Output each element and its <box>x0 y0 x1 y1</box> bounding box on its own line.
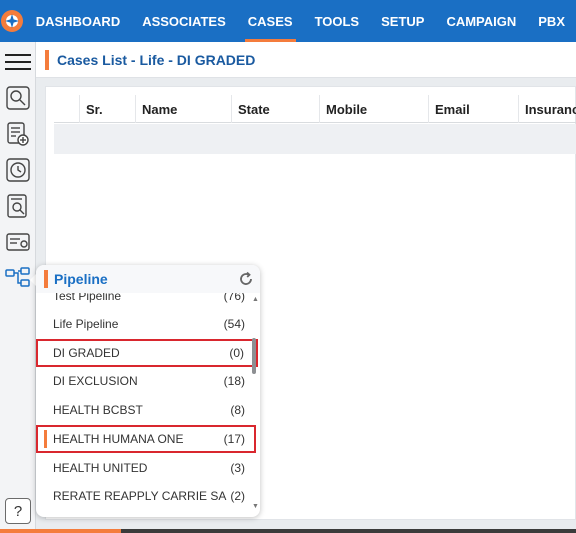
pipeline-item-count: (18) <box>223 374 245 388</box>
nav-tools[interactable]: TOOLS <box>304 0 371 42</box>
pipeline-item-health-humana-one[interactable]: HEALTH HUMANA ONE (17) <box>36 425 256 453</box>
pipeline-item-count: (2) <box>230 489 245 503</box>
pipeline-item-name: HEALTH HUMANA ONE <box>53 432 184 446</box>
pipeline-item-health-bcbst[interactable]: HEALTH BCBST (8) <box>36 396 250 424</box>
pipeline-item-count: (3) <box>230 461 245 475</box>
pipeline-item-name: RERATE REAPPLY CARRIE SA <box>53 489 227 503</box>
refresh-icon[interactable] <box>238 271 254 287</box>
column-header-email[interactable]: Email <box>429 95 519 123</box>
loading-progress-fill <box>0 529 121 533</box>
pipeline-item-name: HEALTH UNITED <box>53 461 148 475</box>
nav-campaign[interactable]: CAMPAIGN <box>435 0 527 42</box>
scrollbar-thumb[interactable] <box>252 338 256 374</box>
nav-cases[interactable]: CASES <box>237 0 304 42</box>
help-button[interactable]: ? <box>5 498 31 524</box>
pipeline-item-count: (17) <box>223 432 245 446</box>
pipeline-item-count: (76) <box>223 293 245 303</box>
table-row <box>54 124 576 154</box>
column-header-insurance[interactable]: Insuranc <box>519 95 576 123</box>
pipeline-accent-bar <box>44 270 48 288</box>
column-header-name[interactable]: Name <box>136 95 232 123</box>
pipeline-item-name: DI GRADED <box>53 346 120 360</box>
title-accent-bar <box>45 49 49 70</box>
page-title: Cases List - Life - DI GRADED <box>57 51 256 68</box>
pipeline-item-name: DI EXCLUSION <box>53 374 138 388</box>
column-header-select[interactable] <box>54 95 80 123</box>
pipeline-item-name: HEALTH BCBST <box>53 403 143 417</box>
pipeline-item-test-pipeline[interactable]: Test Pipeline (76) <box>36 293 250 310</box>
certificate-icon[interactable] <box>5 229 31 255</box>
pipeline-item-di-exclusion[interactable]: DI EXCLUSION (18) <box>36 367 250 395</box>
scroll-down-icon[interactable]: ▼ <box>252 503 259 510</box>
loading-progress-bar <box>0 529 576 533</box>
table-header: Sr. Name State Mobile Email Insuranc <box>54 95 576 123</box>
left-toolbar: ? <box>0 42 36 533</box>
app-logo-icon[interactable] <box>0 0 25 42</box>
selected-marker <box>44 430 47 448</box>
pipeline-item-name: Life Pipeline <box>53 317 119 331</box>
menu-icon[interactable] <box>5 49 31 71</box>
page-header: Cases List - Life - DI GRADED <box>36 42 576 78</box>
column-header-mobile[interactable]: Mobile <box>320 95 429 123</box>
pipeline-scrollbar[interactable]: ▲ ▼ <box>252 293 260 517</box>
pipeline-list: Test Pipeline (76) Life Pipeline (54) DI… <box>36 293 260 517</box>
pipeline-item-health-united[interactable]: HEALTH UNITED (3) <box>36 454 250 482</box>
column-header-state[interactable]: State <box>232 95 320 123</box>
pipeline-item-life-pipeline[interactable]: Life Pipeline (54) <box>36 310 250 338</box>
nav-setup[interactable]: SETUP <box>370 0 435 42</box>
pipeline-title: Pipeline <box>54 271 108 287</box>
pipeline-item-count: (54) <box>223 317 245 331</box>
pipeline-item-count: (8) <box>230 403 245 417</box>
column-header-sr[interactable]: Sr. <box>80 95 136 123</box>
pipeline-item-di-graded[interactable]: DI GRADED (0) <box>36 339 258 367</box>
pipeline-icon[interactable] <box>5 265 31 291</box>
top-navigation: DASHBOARD ASSOCIATES CASES TOOLS SETUP C… <box>0 0 576 42</box>
nav-associates[interactable]: ASSOCIATES <box>131 0 237 42</box>
add-document-icon[interactable] <box>5 121 31 147</box>
nav-dashboard[interactable]: DASHBOARD <box>25 0 132 42</box>
nav-pbx[interactable]: PBX <box>527 0 576 42</box>
pipeline-popup-header: Pipeline <box>36 265 260 293</box>
pipeline-item-count: (0) <box>229 346 244 360</box>
search-icon[interactable] <box>5 85 31 111</box>
pipeline-popup: Pipeline Test Pipeline (76) Life Pipelin… <box>36 265 260 517</box>
pipeline-item-name: Test Pipeline <box>53 293 122 303</box>
pipeline-item-rerate-reapply[interactable]: RERATE REAPPLY CARRIE SA (2) <box>36 482 250 510</box>
scroll-up-icon[interactable]: ▲ <box>252 296 259 303</box>
document-search-icon[interactable] <box>5 193 31 219</box>
history-icon[interactable] <box>5 157 31 183</box>
